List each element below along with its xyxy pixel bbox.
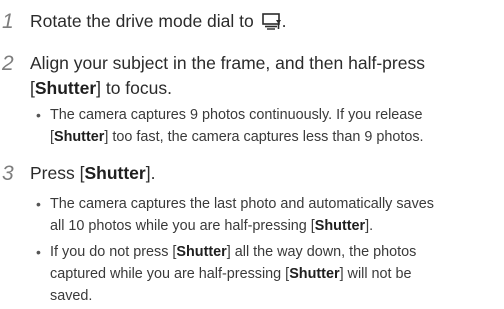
- step-number: 2: [2, 52, 14, 75]
- bullet-line-1: The camera captures the last photo and a…: [50, 196, 434, 212]
- bullet-line-3: saved.: [50, 288, 93, 304]
- step-3-text: Press [Shutter].: [30, 163, 156, 183]
- continuous-shooting-icon: [261, 13, 281, 30]
- bullet-line-1: If you do not press [Shutter] all the wa…: [50, 244, 417, 260]
- bullet-line-1: The camera captures 9 photos continuousl…: [50, 107, 423, 123]
- step-number: 3: [2, 162, 14, 185]
- bullet-line-2: all 10 photos while you are half-pressin…: [50, 218, 374, 234]
- bullet-glyph: •: [36, 244, 41, 260]
- bullet-line-2: captured while you are half-pressing [Sh…: [50, 266, 412, 282]
- step-2-line-1: Align your subject in the frame, and the…: [30, 53, 425, 73]
- bullet-line-2: [Shutter] too fast, the camera captures …: [50, 129, 424, 145]
- step-number: 1: [2, 10, 14, 33]
- step-2-line-2: [Shutter] to focus.: [30, 78, 172, 98]
- step-1-text: Rotate the drive mode dial to .: [30, 11, 287, 31]
- bullet-glyph: •: [36, 196, 41, 212]
- bullet-glyph: •: [36, 107, 41, 123]
